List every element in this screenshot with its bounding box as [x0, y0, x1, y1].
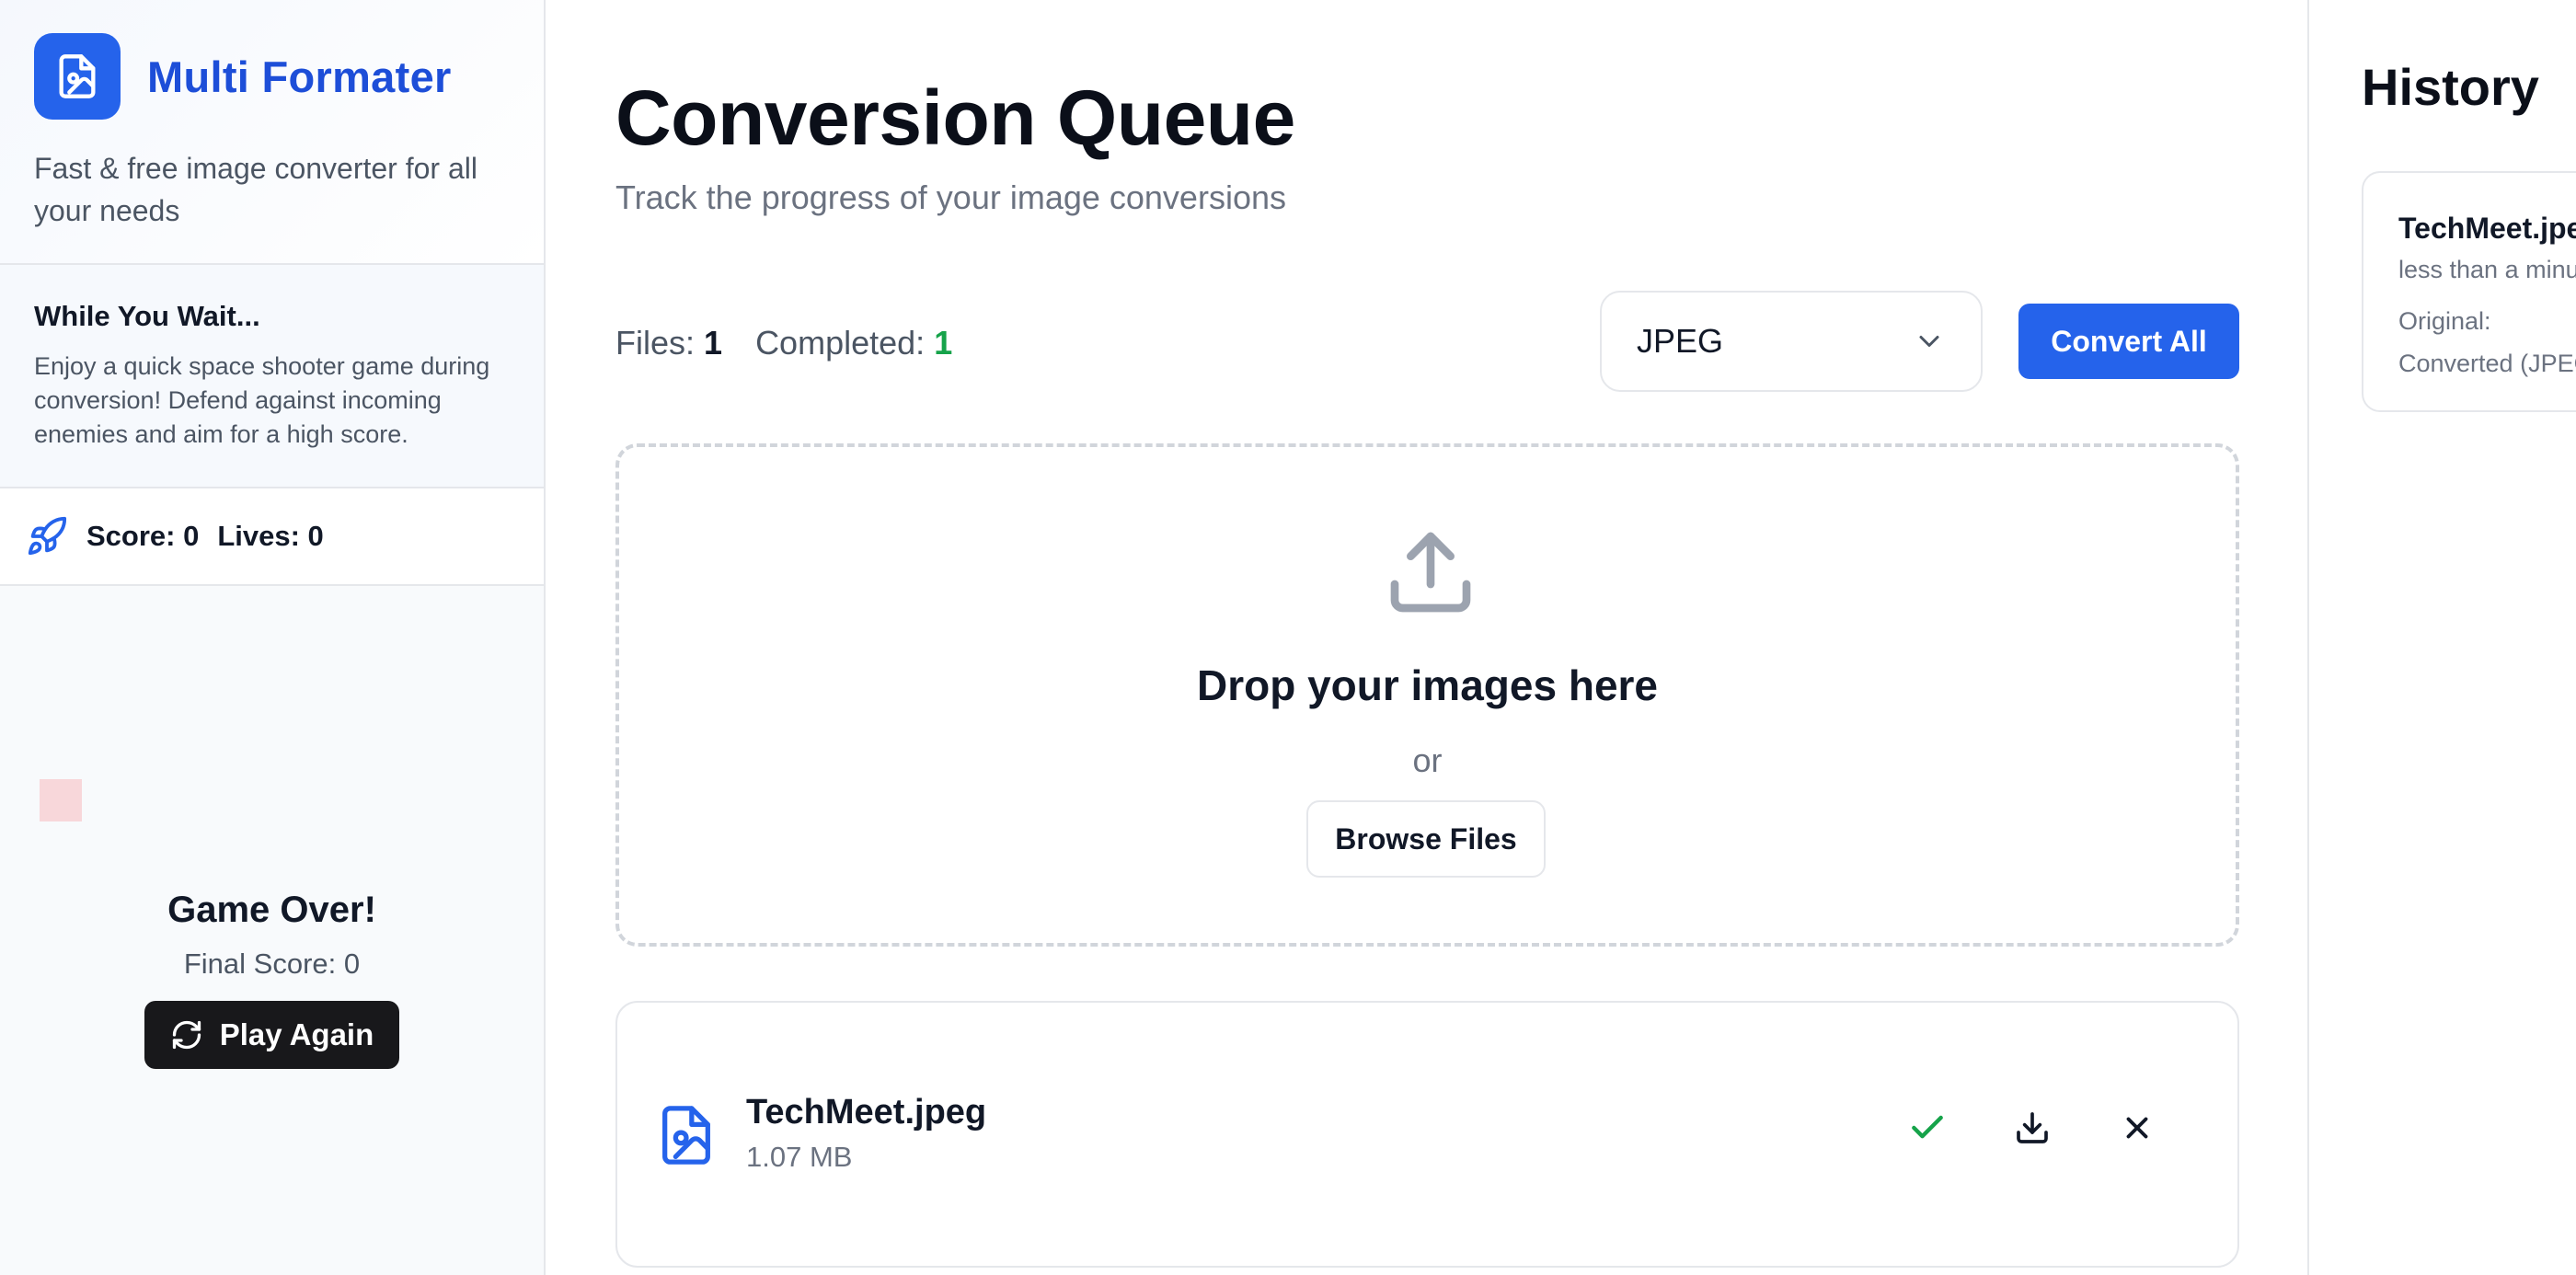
score-readout: Score: 0 [86, 520, 200, 552]
convert-all-button[interactable]: Convert All [2018, 304, 2239, 379]
image-file-icon [662, 1106, 710, 1165]
score-bar: Score: 0 Lives: 0 [0, 488, 544, 586]
file-actions [1905, 1106, 2159, 1150]
history-converted-label: Converted (JPEG): [2398, 350, 2576, 377]
sidebar: Multi Formater Fast & free image convert… [0, 0, 546, 1275]
queue-stats: Files: 1 Completed: 1 [615, 324, 952, 362]
main-content: Conversion Queue Track the progress of y… [546, 0, 2307, 1275]
file-name: TechMeet.jpeg [746, 1093, 987, 1131]
app-root: Multi Formater Fast & free image convert… [0, 0, 2576, 1275]
files-count: 1 [704, 324, 723, 362]
history-title: History [2362, 58, 2539, 116]
while-you-wait-panel: While You Wait... Enjoy a quick space sh… [0, 265, 544, 488]
enemy-sprite [40, 779, 82, 821]
completed-stat: Completed: 1 [755, 324, 952, 362]
format-select[interactable]: JPEG [1600, 291, 1983, 392]
page-title: Conversion Queue [615, 75, 1295, 161]
completed-label: Completed: [755, 324, 926, 362]
brand-block: Multi Formater Fast & free image convert… [0, 0, 544, 265]
drop-title: Drop your images here [1196, 661, 1659, 709]
rocket-icon [28, 516, 67, 556]
game-over-title: Game Over! [167, 890, 376, 930]
logo[interactable] [34, 33, 121, 120]
browse-files-button[interactable]: Browse Files [1306, 800, 1546, 878]
check-icon [1912, 1115, 1943, 1139]
drop-or-text: or [1412, 741, 1443, 779]
final-score: Final Score: 0 [183, 948, 361, 980]
tagline: Fast & free image converter for all your… [34, 152, 477, 227]
download-button[interactable] [2010, 1106, 2054, 1150]
files-label: Files: [615, 324, 696, 362]
game-over-panel: Game Over! Final Score: 0 Play Again [0, 890, 544, 1069]
history-item[interactable]: TechMeet.jpeg less than a minute ago Ori… [2362, 171, 2576, 412]
lives-readout: Lives: 0 [217, 520, 324, 552]
chevron-down-icon [1919, 336, 1939, 347]
file-item: TechMeet.jpeg 1.07 MB [615, 1001, 2239, 1268]
image-file-icon [59, 54, 96, 98]
download-icon [2017, 1112, 2048, 1143]
file-size: 1.07 MB [746, 1141, 853, 1173]
while-you-wait-text: Enjoy a quick space shooter game during … [34, 352, 490, 448]
upload-icon [1390, 532, 1471, 613]
format-selected-value: JPEG [1637, 322, 1724, 360]
status-complete [1905, 1106, 1949, 1150]
history-original-label: Original: [2398, 307, 2491, 335]
while-you-wait-title: While You Wait... [34, 300, 260, 332]
history-item-time: less than a minute ago [2398, 256, 2576, 283]
close-icon [2126, 1117, 2148, 1139]
page-subtitle: Track the progress of your image convers… [615, 178, 1286, 216]
refresh-icon [172, 1020, 201, 1050]
files-stat: Files: 1 [615, 324, 722, 362]
remove-file-button[interactable] [2115, 1106, 2159, 1150]
history-item-name: TechMeet.jpeg [2398, 212, 2576, 245]
play-again-label: Play Again [219, 1017, 374, 1051]
brand-name[interactable]: Multi Formater [147, 52, 452, 102]
brand-row: Multi Formater [34, 33, 510, 120]
play-again-button[interactable]: Play Again [144, 1001, 400, 1069]
game-canvas[interactable]: Game Over! Final Score: 0 Play Again [0, 586, 544, 1271]
completed-count: 1 [934, 324, 953, 362]
history-panel: History TechMeet.jpeg less than a minute… [2307, 0, 2576, 1275]
drop-zone[interactable]: Drop your images here or Browse Files [615, 443, 2239, 947]
